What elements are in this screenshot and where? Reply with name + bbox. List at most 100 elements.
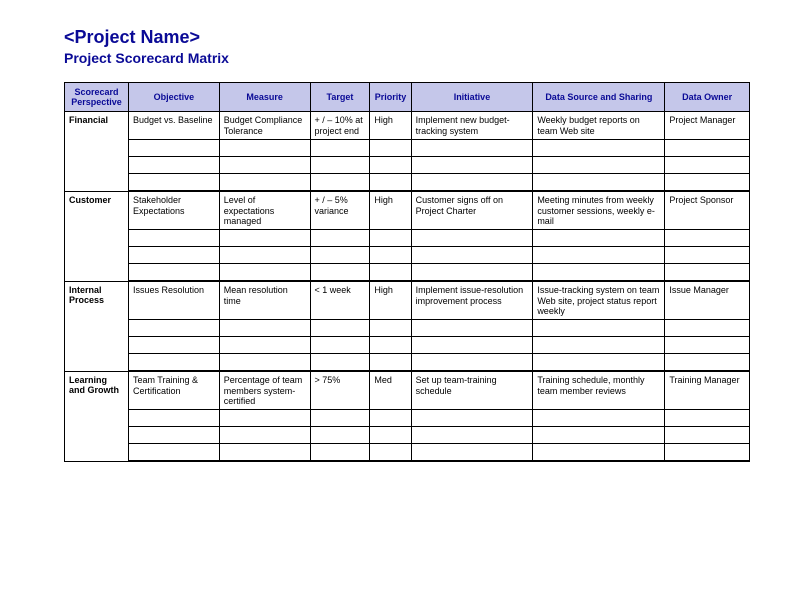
objective-cell — [128, 157, 219, 174]
initiative-cell — [411, 320, 533, 337]
target-cell — [310, 444, 370, 462]
data_source-cell — [533, 320, 665, 337]
owner-cell: Project Manager — [665, 112, 750, 140]
objective-cell: Stakeholder Expectations — [128, 191, 219, 230]
priority-cell: High — [370, 112, 411, 140]
initiative-cell — [411, 247, 533, 264]
owner-cell — [665, 157, 750, 174]
priority-cell — [370, 337, 411, 354]
objective-cell — [128, 337, 219, 354]
data_source-cell: Issue-tracking system on team Web site, … — [533, 281, 665, 320]
data_source-cell — [533, 140, 665, 157]
target-cell — [310, 157, 370, 174]
data_source-cell — [533, 410, 665, 427]
priority-cell — [370, 354, 411, 372]
project-name-title: <Project Name> — [64, 28, 750, 48]
owner-cell — [665, 247, 750, 264]
objective-cell — [128, 247, 219, 264]
owner-cell — [665, 354, 750, 372]
owner-cell — [665, 320, 750, 337]
perspective-cell: Customer — [65, 191, 129, 281]
target-cell — [310, 410, 370, 427]
measure-cell — [219, 140, 310, 157]
perspective-cell: Learning and Growth — [65, 371, 129, 461]
priority-cell — [370, 157, 411, 174]
col-owner: Data Owner — [665, 82, 750, 112]
perspective-cell: Internal Process — [65, 281, 129, 371]
initiative-cell: Customer signs off on Project Charter — [411, 191, 533, 230]
data_source-cell — [533, 264, 665, 282]
target-cell — [310, 264, 370, 282]
table-row: Learning and GrowthTeam Training & Certi… — [65, 371, 750, 410]
measure-cell — [219, 337, 310, 354]
owner-cell — [665, 140, 750, 157]
objective-cell — [128, 444, 219, 462]
document-page: <Project Name> Project Scorecard Matrix … — [0, 0, 802, 502]
priority-cell: Med — [370, 371, 411, 410]
target-cell — [310, 140, 370, 157]
objective-cell: Issues Resolution — [128, 281, 219, 320]
initiative-cell — [411, 264, 533, 282]
objective-cell — [128, 427, 219, 444]
table-row — [65, 247, 750, 264]
objective-cell — [128, 140, 219, 157]
data_source-cell — [533, 427, 665, 444]
priority-cell: High — [370, 191, 411, 230]
target-cell — [310, 174, 370, 192]
target-cell — [310, 230, 370, 247]
table-row — [65, 337, 750, 354]
priority-cell — [370, 427, 411, 444]
table-header-row: Scorecard Perspective Objective Measure … — [65, 82, 750, 112]
owner-cell — [665, 337, 750, 354]
measure-cell: Budget Compliance Tolerance — [219, 112, 310, 140]
data_source-cell: Weekly budget reports on team Web site — [533, 112, 665, 140]
measure-cell — [219, 444, 310, 462]
table-row — [65, 264, 750, 282]
table-body: FinancialBudget vs. BaselineBudget Compl… — [65, 112, 750, 461]
table-row — [65, 354, 750, 372]
owner-cell: Project Sponsor — [665, 191, 750, 230]
data_source-cell — [533, 354, 665, 372]
col-priority: Priority — [370, 82, 411, 112]
table-row: Internal ProcessIssues ResolutionMean re… — [65, 281, 750, 320]
measure-cell — [219, 157, 310, 174]
owner-cell: Training Manager — [665, 371, 750, 410]
measure-cell — [219, 247, 310, 264]
measure-cell: Mean resolution time — [219, 281, 310, 320]
objective-cell — [128, 410, 219, 427]
table-row — [65, 174, 750, 192]
col-data-source: Data Source and Sharing — [533, 82, 665, 112]
objective-cell — [128, 320, 219, 337]
col-measure: Measure — [219, 82, 310, 112]
initiative-cell — [411, 140, 533, 157]
priority-cell — [370, 320, 411, 337]
priority-cell: High — [370, 281, 411, 320]
table-row: CustomerStakeholder ExpectationsLevel of… — [65, 191, 750, 230]
col-target: Target — [310, 82, 370, 112]
initiative-cell — [411, 230, 533, 247]
perspective-cell: Financial — [65, 112, 129, 191]
owner-cell: Issue Manager — [665, 281, 750, 320]
table-row: FinancialBudget vs. BaselineBudget Compl… — [65, 112, 750, 140]
measure-cell — [219, 354, 310, 372]
initiative-cell — [411, 157, 533, 174]
owner-cell — [665, 410, 750, 427]
objective-cell — [128, 174, 219, 192]
data_source-cell — [533, 444, 665, 462]
data_source-cell — [533, 247, 665, 264]
data_source-cell — [533, 174, 665, 192]
target-cell: < 1 week — [310, 281, 370, 320]
objective-cell — [128, 264, 219, 282]
priority-cell — [370, 410, 411, 427]
data_source-cell — [533, 157, 665, 174]
priority-cell — [370, 247, 411, 264]
priority-cell — [370, 174, 411, 192]
target-cell — [310, 247, 370, 264]
initiative-cell — [411, 354, 533, 372]
owner-cell — [665, 230, 750, 247]
table-row — [65, 320, 750, 337]
measure-cell — [219, 264, 310, 282]
table-row — [65, 427, 750, 444]
table-row — [65, 410, 750, 427]
target-cell — [310, 354, 370, 372]
